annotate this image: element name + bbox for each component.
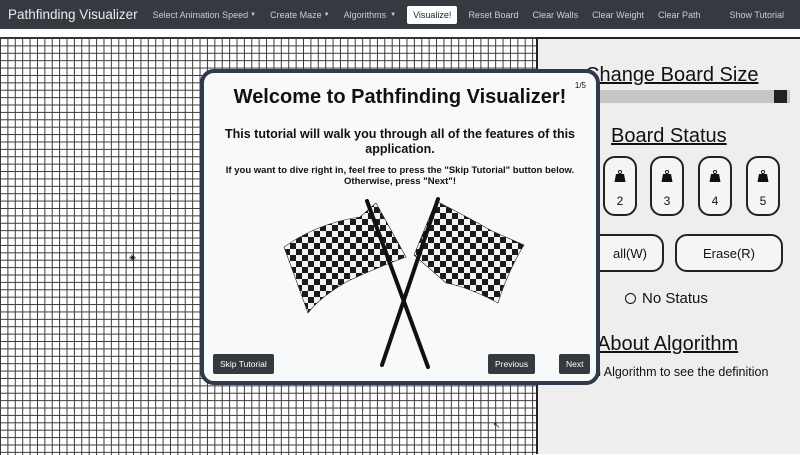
tutorial-modal: 1/5 Welcome to Pathfinding Visualizer! T… [200, 69, 600, 385]
start-node-icon[interactable]: ◈ [129, 253, 136, 262]
status-indicator: No Status [625, 290, 708, 307]
weight-value: 4 [711, 194, 719, 208]
weight-icon [661, 170, 673, 182]
weight-icon [709, 170, 721, 182]
modal-note: If you want to dive right in, feel free … [225, 165, 575, 187]
mouse-cursor-icon: ↖ [493, 420, 501, 430]
caret-down-icon: ▼ [390, 11, 397, 18]
erase-button-label: Erase(R) [702, 245, 755, 261]
status-text: No Status [642, 290, 708, 307]
wall-button-label: all(W) [613, 245, 647, 261]
weight-button-2[interactable]: 2 [603, 156, 637, 216]
erase-button[interactable]: Erase(R) [675, 234, 783, 272]
nav-create-maze[interactable]: Create Maze ▼ [263, 0, 336, 29]
next-button[interactable]: Next [559, 354, 591, 374]
nav-algorithms-label: Algorithms [343, 9, 387, 20]
weight-icon [757, 170, 769, 182]
board-status-heading: Board Status [611, 125, 727, 147]
checkered-flags-icon [283, 197, 525, 369]
weight-button-4[interactable]: 4 [698, 156, 732, 216]
board-size-slider[interactable] [598, 90, 790, 103]
board-size-heading: Change Board Size [585, 64, 759, 86]
caret-down-icon: ▼ [323, 11, 330, 18]
nav-animation-speed[interactable]: Select Animation Speed ▼ [146, 0, 264, 29]
caret-down-icon: ▼ [250, 11, 257, 18]
show-tutorial-button[interactable]: Show Tutorial [729, 0, 784, 29]
about-algorithm-heading: About Algorithm [597, 333, 739, 355]
board-size-slider-thumb[interactable] [774, 90, 787, 103]
brand-title[interactable]: Pathfinding Visualizer [8, 7, 138, 22]
status-radio-icon [625, 293, 636, 304]
about-algorithm-text: n Algorithm to see the definition [594, 365, 769, 379]
navbar: Pathfinding Visualizer Select Animation … [0, 0, 800, 29]
visualize-button[interactable]: Visualize! [407, 5, 458, 24]
modal-title: Welcome to Pathfinding Visualizer! [233, 86, 567, 108]
nav-animation-speed-label: Select Animation Speed [152, 9, 249, 20]
reset-board-button[interactable]: Reset Board [461, 0, 525, 29]
clear-walls-button[interactable]: Clear Walls [525, 0, 585, 29]
weight-value: 3 [663, 194, 671, 208]
clear-path-button[interactable]: Clear Path [651, 0, 708, 29]
weight-value: 5 [759, 194, 767, 208]
weight-icon [614, 170, 626, 182]
nav-create-maze-label: Create Maze [270, 9, 322, 20]
weight-button-5[interactable]: 5 [746, 156, 780, 216]
previous-button[interactable]: Previous [488, 354, 536, 374]
weight-value: 2 [616, 194, 624, 208]
weight-button-3[interactable]: 3 [650, 156, 684, 216]
modal-subtitle: This tutorial will walk you through all … [224, 127, 576, 156]
skip-tutorial-button[interactable]: Skip Tutorial [213, 354, 274, 374]
nav-algorithms[interactable]: Algorithms ▼ [337, 0, 403, 29]
clear-weight-button[interactable]: Clear Weight [585, 0, 651, 29]
